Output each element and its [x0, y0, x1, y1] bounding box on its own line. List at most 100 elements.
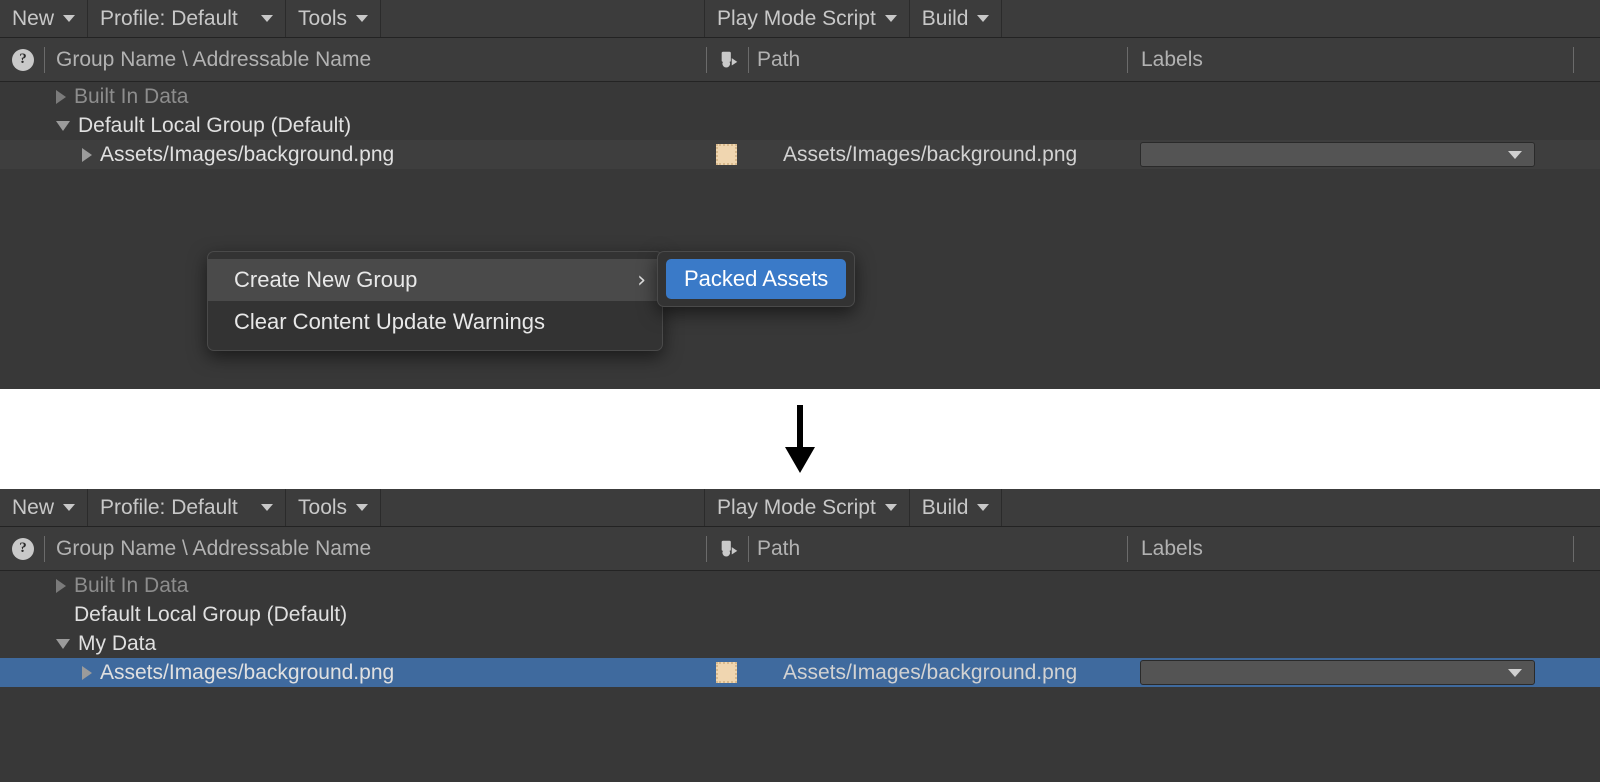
context-menu-item-label: Clear Content Update Warnings: [234, 309, 546, 334]
chevron-right-icon: ›: [637, 267, 646, 293]
tree-row-label: Default Local Group (Default): [78, 113, 352, 137]
asset-path-cell: Assets/Images/background.png: [783, 660, 1078, 684]
play-mode-script-dropdown[interactable]: Play Mode Script: [705, 0, 910, 37]
help-icon[interactable]: ?: [12, 48, 34, 71]
tree-collapsed-arrow-icon[interactable]: [82, 147, 92, 162]
tree-expanded-arrow-icon[interactable]: [56, 120, 70, 131]
help-icon[interactable]: ?: [12, 537, 34, 560]
profile-dropdown[interactable]: Profile: Default: [88, 0, 287, 37]
column-header-top: ? Group Name \ Addressable Name Path Lab…: [0, 38, 1600, 82]
column-divider[interactable]: [1573, 535, 1574, 562]
chevron-down-icon: [884, 504, 897, 511]
column-header-path[interactable]: Path: [757, 537, 800, 561]
toolbar-bottom: New Profile: Default Tools Play Mode Scr…: [0, 489, 1600, 527]
table-row[interactable]: Default Local Group (Default): [0, 111, 1600, 140]
column-header-bottom: ? Group Name \ Addressable Name Path Lab…: [0, 527, 1600, 571]
asset-path-cell: Assets/Images/background.png: [783, 142, 1078, 166]
asset-type-icon: [721, 51, 738, 68]
new-button-label: New: [12, 7, 55, 30]
build-label: Build: [921, 7, 969, 30]
chevron-down-icon: [261, 15, 274, 22]
arrow-down-icon: [785, 405, 815, 473]
context-menu-item-label: Create New Group: [234, 267, 418, 292]
column-divider[interactable]: [44, 46, 45, 73]
new-button[interactable]: New: [0, 0, 89, 37]
column-divider[interactable]: [1127, 535, 1128, 562]
tree-row-label: Built In Data: [74, 573, 189, 597]
submenu-item-packed-assets[interactable]: Packed Assets: [666, 259, 847, 299]
build-label: Build: [921, 496, 969, 519]
chevron-down-icon: [977, 15, 990, 22]
tree-collapsed-arrow-icon[interactable]: [82, 665, 92, 680]
table-row[interactable]: My Data: [0, 629, 1600, 658]
tree-collapsed-arrow-icon[interactable]: [56, 89, 66, 104]
table-row[interactable]: Built In Data: [0, 82, 1600, 111]
asset-thumbnail: [716, 144, 737, 165]
context-menu-item-clear-content-update-warnings[interactable]: Clear Content Update Warnings: [208, 301, 662, 343]
play-mode-script-label: Play Mode Script: [717, 7, 876, 30]
column-divider[interactable]: [748, 46, 749, 73]
column-divider[interactable]: [1573, 46, 1574, 73]
table-row[interactable]: Default Local Group (Default): [0, 600, 1600, 629]
play-mode-script-dropdown[interactable]: Play Mode Script: [705, 489, 910, 526]
tools-button-label: Tools: [298, 496, 348, 519]
profile-dropdown[interactable]: Profile: Default: [88, 489, 287, 526]
tree-expanded-arrow-icon[interactable]: [56, 638, 70, 649]
toolbar-top: New Profile: Default Tools Play Mode Scr…: [0, 0, 1600, 38]
build-dropdown[interactable]: Build: [909, 489, 1003, 526]
asset-type-icon: [721, 540, 738, 557]
profile-dropdown-label: Profile: Default: [100, 7, 238, 30]
flow-divider: [0, 389, 1600, 489]
chevron-down-icon: [356, 504, 369, 511]
chevron-down-icon: [356, 15, 369, 22]
table-row[interactable]: Assets/Images/background.png Assets/Image…: [0, 140, 1600, 169]
chevron-down-icon: [261, 504, 274, 511]
toolbar-filler: [1002, 0, 1600, 37]
toolbar-empty-segment: [381, 489, 706, 526]
play-mode-script-label: Play Mode Script: [717, 496, 876, 519]
labels-dropdown[interactable]: [1140, 142, 1535, 167]
column-divider[interactable]: [706, 535, 707, 562]
tree-row-label: My Data: [78, 631, 157, 655]
tools-button[interactable]: Tools: [286, 0, 382, 37]
new-button[interactable]: New: [0, 489, 89, 526]
table-row[interactable]: Built In Data: [0, 571, 1600, 600]
addressables-tree-bottom[interactable]: Built In Data Default Local Group (Defaul…: [0, 571, 1600, 687]
tools-button[interactable]: Tools: [286, 489, 382, 526]
labels-dropdown[interactable]: [1140, 660, 1535, 685]
addressables-window-after: New Profile: Default Tools Play Mode Scr…: [0, 489, 1600, 782]
toolbar-empty-segment: [381, 0, 706, 37]
build-dropdown[interactable]: Build: [909, 0, 1003, 37]
column-divider[interactable]: [1127, 46, 1128, 73]
column-header-labels[interactable]: Labels: [1141, 48, 1203, 72]
table-row[interactable]: Assets/Images/background.png Assets/Image…: [0, 658, 1600, 687]
asset-thumbnail: [716, 662, 737, 683]
profile-dropdown-label: Profile: Default: [100, 496, 238, 519]
new-button-label: New: [12, 496, 55, 519]
addressables-tree-top[interactable]: Built In Data Default Local Group (Defaul…: [0, 82, 1600, 169]
column-divider[interactable]: [706, 46, 707, 73]
column-divider[interactable]: [748, 535, 749, 562]
chevron-down-icon: [1508, 668, 1522, 677]
tree-row-label: Assets/Images/background.png: [100, 660, 395, 684]
toolbar-filler: [1002, 489, 1600, 526]
context-menu-item-create-new-group[interactable]: Create New Group ›: [208, 259, 662, 301]
column-header-labels[interactable]: Labels: [1141, 537, 1203, 561]
chevron-down-icon: [63, 15, 76, 22]
context-menu[interactable]: Create New Group › Clear Content Update …: [207, 251, 663, 351]
chevron-down-icon: [977, 504, 990, 511]
tree-row-label: Built In Data: [74, 84, 189, 108]
chevron-down-icon: [63, 504, 76, 511]
column-header-path[interactable]: Path: [757, 48, 800, 72]
tools-button-label: Tools: [298, 7, 348, 30]
tree-row-label: Default Local Group (Default): [74, 602, 348, 626]
column-header-group-name[interactable]: Group Name \ Addressable Name: [56, 537, 371, 561]
screenshot-root: New Profile: Default Tools Play Mode Scr…: [0, 0, 1600, 782]
context-submenu[interactable]: Packed Assets: [657, 251, 856, 307]
chevron-down-icon: [884, 15, 897, 22]
column-header-group-name[interactable]: Group Name \ Addressable Name: [56, 48, 371, 72]
tree-collapsed-arrow-icon[interactable]: [56, 578, 66, 593]
chevron-down-icon: [1508, 150, 1522, 159]
column-divider[interactable]: [44, 535, 45, 562]
addressables-window-before: New Profile: Default Tools Play Mode Scr…: [0, 0, 1600, 389]
